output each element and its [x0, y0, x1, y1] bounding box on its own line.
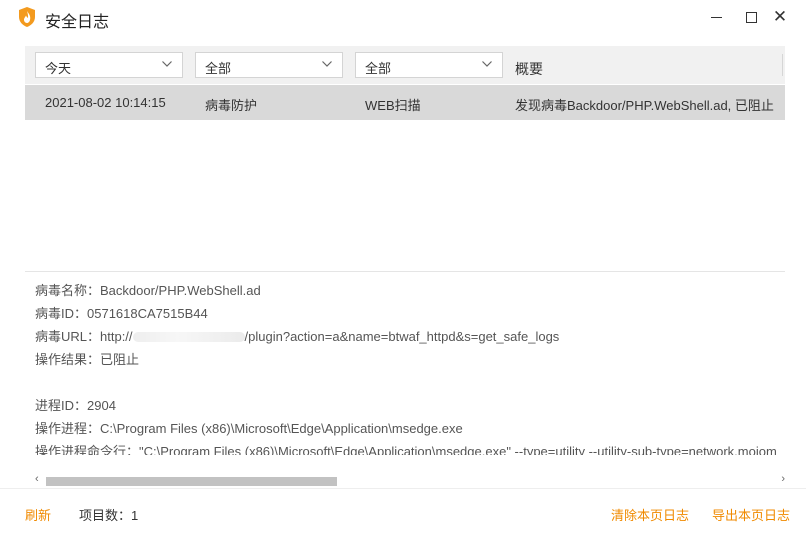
- detail-process-cmdline: 操作进程命令行："C:\Program Files (x86)\Microsof…: [35, 444, 777, 455]
- minimize-icon: [710, 16, 722, 18]
- footer-bar: 刷新 项目数：1 清除本页日志 导出本页日志: [0, 488, 806, 534]
- title-bar: 安全日志 ✕: [0, 0, 806, 36]
- detail-result: 操作结果：已阻止: [35, 352, 140, 367]
- scroll-left-icon[interactable]: ‹: [35, 473, 39, 485]
- column-divider: [782, 54, 783, 76]
- summary-column-header: 概要: [515, 61, 543, 77]
- detail-virus-id: 病毒ID：0571618CA7515B44: [35, 306, 208, 321]
- chevron-down-icon: [162, 61, 172, 67]
- log-type: 病毒防护: [205, 98, 258, 113]
- detail-virus-url: 病毒URL：http:// /plugin?action=a&name=btwaf…: [35, 326, 559, 345]
- maximize-button[interactable]: [739, 6, 763, 28]
- detail-process-path: 操作进程：C:\Program Files (x86)\Microsoft\Ed…: [35, 421, 463, 436]
- log-detail-panel: 病毒名称：Backdoor/PHP.WebShell.ad 病毒ID：05716…: [35, 280, 785, 455]
- scroll-right-icon[interactable]: ›: [781, 473, 785, 485]
- minimize-button[interactable]: [704, 6, 728, 28]
- filter-header: 今天 全部 全部 概要: [25, 46, 785, 84]
- export-page-log-link[interactable]: 导出本页日志: [712, 505, 790, 524]
- clear-page-log-link[interactable]: 清除本页日志: [611, 505, 689, 524]
- close-icon: ✕: [772, 7, 788, 26]
- log-summary: 发现病毒Backdoor/PHP.WebShell.ad, 已阻止: [515, 98, 774, 113]
- detail-virus-name: 病毒名称：Backdoor/PHP.WebShell.ad: [35, 283, 261, 298]
- window-title: 安全日志: [45, 14, 110, 31]
- divider: [25, 271, 785, 272]
- type-filter-value: 全部: [205, 61, 232, 76]
- chevron-down-icon: [322, 61, 332, 67]
- detail-process-id: 进程ID：2904: [35, 398, 116, 413]
- log-list: 今天 全部 全部 概要 2021-08-02 10:14:15 病毒防护 WEB…: [25, 46, 785, 271]
- type-filter-select[interactable]: 全部: [195, 52, 343, 78]
- redacted-host: [132, 332, 245, 342]
- horizontal-scrollbar[interactable]: ‹ ›: [35, 473, 785, 488]
- date-filter-value: 今天: [45, 61, 72, 76]
- log-module: WEB扫描: [365, 98, 421, 113]
- module-filter-value: 全部: [365, 61, 392, 76]
- detail-virus-url-prefix: 病毒URL：http://: [35, 329, 133, 344]
- shield-flame-icon: [19, 7, 35, 27]
- chevron-down-icon: [482, 61, 492, 67]
- log-row-selected[interactable]: 2021-08-02 10:14:15 病毒防护 WEB扫描 发现病毒Backd…: [25, 85, 785, 120]
- close-button[interactable]: ✕: [768, 6, 792, 28]
- log-time: 2021-08-02 10:14:15: [45, 95, 166, 110]
- refresh-link[interactable]: 刷新: [25, 505, 51, 524]
- detail-virus-url-suffix: /plugin?action=a&name=btwaf_httpd&s=get_…: [244, 329, 560, 344]
- maximize-icon: [745, 11, 757, 23]
- date-filter-select[interactable]: 今天: [35, 52, 183, 78]
- module-filter-select[interactable]: 全部: [355, 52, 503, 78]
- item-count: 项目数：1: [79, 508, 139, 523]
- scrollbar-thumb[interactable]: [46, 477, 337, 486]
